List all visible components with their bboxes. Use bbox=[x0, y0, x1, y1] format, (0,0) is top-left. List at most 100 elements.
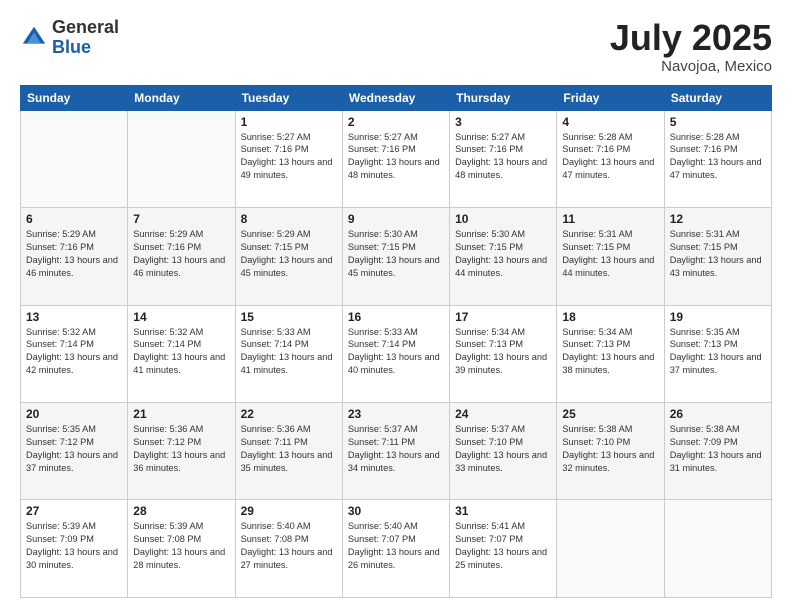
calendar-day-header: Tuesday bbox=[235, 85, 342, 110]
cell-text: Sunrise: 5:40 AM Sunset: 7:08 PM Dayligh… bbox=[241, 520, 337, 572]
calendar-day-header: Thursday bbox=[450, 85, 557, 110]
calendar-cell: 8Sunrise: 5:29 AM Sunset: 7:15 PM Daylig… bbox=[235, 208, 342, 305]
calendar-cell: 5 Sunrise: 5:28 AM Sunset: 7:16 PM Daylig… bbox=[664, 110, 771, 207]
calendar-day-header: Sunday bbox=[21, 85, 128, 110]
calendar-day-header: Friday bbox=[557, 85, 664, 110]
calendar-week-row: 6 Sunrise: 5:29 AM Sunset: 7:16 PM Daylig… bbox=[21, 208, 772, 305]
calendar-cell: 18 Sunrise: 5:34 AM Sunset: 7:13 PM Dayli… bbox=[557, 305, 664, 402]
calendar-week-row: 13 Sunrise: 5:32 AM Sunset: 7:14 PM Dayli… bbox=[21, 305, 772, 402]
cell-text: Sunrise: 5:40 AM Sunset: 7:07 PM Dayligh… bbox=[348, 520, 444, 572]
day-number: 24 bbox=[455, 407, 551, 421]
cell-text: Sunrise: 5:37 AM Sunset: 7:10 PM Dayligh… bbox=[455, 423, 551, 475]
calendar-cell: 2 Sunrise: 5:27 AM Sunset: 7:16 PM Daylig… bbox=[342, 110, 449, 207]
day-number: 29 bbox=[241, 504, 337, 518]
cell-text: Sunrise: 5:31 AM Sunset: 7:15 PM Dayligh… bbox=[670, 228, 766, 280]
cell-text: Sunrise: 5:30 AM Sunset: 7:15 PM Dayligh… bbox=[348, 228, 444, 280]
calendar-header-row: SundayMondayTuesdayWednesdayThursdayFrid… bbox=[21, 85, 772, 110]
day-number: 25 bbox=[562, 407, 658, 421]
cell-text: Sunrise: 5:37 AM Sunset: 7:11 PM Dayligh… bbox=[348, 423, 444, 475]
cell-text: Sunrise: 5:38 AM Sunset: 7:10 PM Dayligh… bbox=[562, 423, 658, 475]
cell-text: Sunrise: 5:35 AM Sunset: 7:13 PM Dayligh… bbox=[670, 326, 766, 378]
calendar-cell: 11 Sunrise: 5:31 AM Sunset: 7:15 PM Dayli… bbox=[557, 208, 664, 305]
day-number: 9 bbox=[348, 212, 444, 226]
cell-text: Sunrise: 5:32 AM Sunset: 7:14 PM Dayligh… bbox=[26, 326, 122, 378]
day-number: 10 bbox=[455, 212, 551, 226]
logo-text: General Blue bbox=[52, 18, 119, 58]
title-block: July 2025 Navojoa, Mexico bbox=[610, 18, 772, 75]
cell-text: Sunrise: 5:38 AM Sunset: 7:09 PM Dayligh… bbox=[670, 423, 766, 475]
day-number: 28 bbox=[133, 504, 229, 518]
cell-text: Sunrise: 5:36 AM Sunset: 7:11 PM Dayligh… bbox=[241, 423, 337, 475]
calendar-cell: 16 Sunrise: 5:33 AM Sunset: 7:14 PM Dayli… bbox=[342, 305, 449, 402]
day-number: 1 bbox=[241, 115, 337, 129]
cell-text: Sunrise: 5:27 AM Sunset: 7:16 PM Dayligh… bbox=[455, 131, 551, 183]
cell-text: Sunrise: 5:33 AM Sunset: 7:14 PM Dayligh… bbox=[241, 326, 337, 378]
cell-text: Sunrise: 5:34 AM Sunset: 7:13 PM Dayligh… bbox=[562, 326, 658, 378]
calendar-cell bbox=[128, 110, 235, 207]
calendar-cell: 27Sunrise: 5:39 AM Sunset: 7:09 PM Dayli… bbox=[21, 500, 128, 598]
calendar-cell: 26Sunrise: 5:38 AM Sunset: 7:09 PM Dayli… bbox=[664, 403, 771, 500]
cell-text: Sunrise: 5:32 AM Sunset: 7:14 PM Dayligh… bbox=[133, 326, 229, 378]
cell-text: Sunrise: 5:28 AM Sunset: 7:16 PM Dayligh… bbox=[562, 131, 658, 183]
calendar-cell: 19 Sunrise: 5:35 AM Sunset: 7:13 PM Dayli… bbox=[664, 305, 771, 402]
calendar-cell: 20 Sunrise: 5:35 AM Sunset: 7:12 PM Dayli… bbox=[21, 403, 128, 500]
cell-text: Sunrise: 5:30 AM Sunset: 7:15 PM Dayligh… bbox=[455, 228, 551, 280]
day-number: 31 bbox=[455, 504, 551, 518]
cell-text: Sunrise: 5:34 AM Sunset: 7:13 PM Dayligh… bbox=[455, 326, 551, 378]
calendar-cell: 12 Sunrise: 5:31 AM Sunset: 7:15 PM Dayli… bbox=[664, 208, 771, 305]
day-number: 3 bbox=[455, 115, 551, 129]
day-number: 2 bbox=[348, 115, 444, 129]
day-number: 15 bbox=[241, 310, 337, 324]
calendar-table: SundayMondayTuesdayWednesdayThursdayFrid… bbox=[20, 85, 772, 598]
calendar-cell: 3 Sunrise: 5:27 AM Sunset: 7:16 PM Daylig… bbox=[450, 110, 557, 207]
day-number: 7 bbox=[133, 212, 229, 226]
cell-text: Sunrise: 5:31 AM Sunset: 7:15 PM Dayligh… bbox=[562, 228, 658, 280]
calendar-day-header: Saturday bbox=[664, 85, 771, 110]
logo-icon bbox=[20, 24, 48, 52]
cell-text: Sunrise: 5:41 AM Sunset: 7:07 PM Dayligh… bbox=[455, 520, 551, 572]
calendar-cell: 14 Sunrise: 5:32 AM Sunset: 7:14 PM Dayli… bbox=[128, 305, 235, 402]
day-number: 11 bbox=[562, 212, 658, 226]
header: General Blue July 2025 Navojoa, Mexico bbox=[20, 18, 772, 75]
calendar-cell: 21Sunrise: 5:36 AM Sunset: 7:12 PM Dayli… bbox=[128, 403, 235, 500]
day-number: 12 bbox=[670, 212, 766, 226]
calendar-week-row: 1 Sunrise: 5:27 AM Sunset: 7:16 PM Daylig… bbox=[21, 110, 772, 207]
day-number: 8 bbox=[241, 212, 337, 226]
calendar-cell bbox=[664, 500, 771, 598]
cell-text: Sunrise: 5:33 AM Sunset: 7:14 PM Dayligh… bbox=[348, 326, 444, 378]
day-number: 22 bbox=[241, 407, 337, 421]
cell-text: Sunrise: 5:35 AM Sunset: 7:12 PM Dayligh… bbox=[26, 423, 122, 475]
calendar-cell bbox=[557, 500, 664, 598]
calendar-cell: 15 Sunrise: 5:33 AM Sunset: 7:14 PM Dayli… bbox=[235, 305, 342, 402]
day-number: 14 bbox=[133, 310, 229, 324]
day-number: 5 bbox=[670, 115, 766, 129]
calendar-cell: 10 Sunrise: 5:30 AM Sunset: 7:15 PM Dayli… bbox=[450, 208, 557, 305]
day-number: 17 bbox=[455, 310, 551, 324]
location: Navojoa, Mexico bbox=[610, 58, 772, 75]
calendar-cell: 13 Sunrise: 5:32 AM Sunset: 7:14 PM Dayli… bbox=[21, 305, 128, 402]
day-number: 13 bbox=[26, 310, 122, 324]
day-number: 18 bbox=[562, 310, 658, 324]
logo-general: General bbox=[52, 18, 119, 38]
calendar-week-row: 20 Sunrise: 5:35 AM Sunset: 7:12 PM Dayli… bbox=[21, 403, 772, 500]
day-number: 6 bbox=[26, 212, 122, 226]
calendar-week-row: 27Sunrise: 5:39 AM Sunset: 7:09 PM Dayli… bbox=[21, 500, 772, 598]
calendar-cell: 24 Sunrise: 5:37 AM Sunset: 7:10 PM Dayli… bbox=[450, 403, 557, 500]
month-title: July 2025 bbox=[610, 18, 772, 58]
day-number: 16 bbox=[348, 310, 444, 324]
cell-text: Sunrise: 5:29 AM Sunset: 7:16 PM Dayligh… bbox=[133, 228, 229, 280]
day-number: 20 bbox=[26, 407, 122, 421]
day-number: 19 bbox=[670, 310, 766, 324]
page: General Blue July 2025 Navojoa, Mexico S… bbox=[0, 0, 792, 612]
calendar-cell: 4 Sunrise: 5:28 AM Sunset: 7:16 PM Daylig… bbox=[557, 110, 664, 207]
day-number: 23 bbox=[348, 407, 444, 421]
cell-text: Sunrise: 5:28 AM Sunset: 7:16 PM Dayligh… bbox=[670, 131, 766, 183]
calendar-cell: 31 Sunrise: 5:41 AM Sunset: 7:07 PM Dayli… bbox=[450, 500, 557, 598]
day-number: 4 bbox=[562, 115, 658, 129]
logo-blue: Blue bbox=[52, 38, 119, 58]
calendar-cell: 1Sunrise: 5:27 AM Sunset: 7:16 PM Daylig… bbox=[235, 110, 342, 207]
cell-text: Sunrise: 5:27 AM Sunset: 7:16 PM Dayligh… bbox=[348, 131, 444, 183]
cell-text: Sunrise: 5:39 AM Sunset: 7:08 PM Dayligh… bbox=[133, 520, 229, 572]
calendar-day-header: Wednesday bbox=[342, 85, 449, 110]
calendar-cell: 30Sunrise: 5:40 AM Sunset: 7:07 PM Dayli… bbox=[342, 500, 449, 598]
